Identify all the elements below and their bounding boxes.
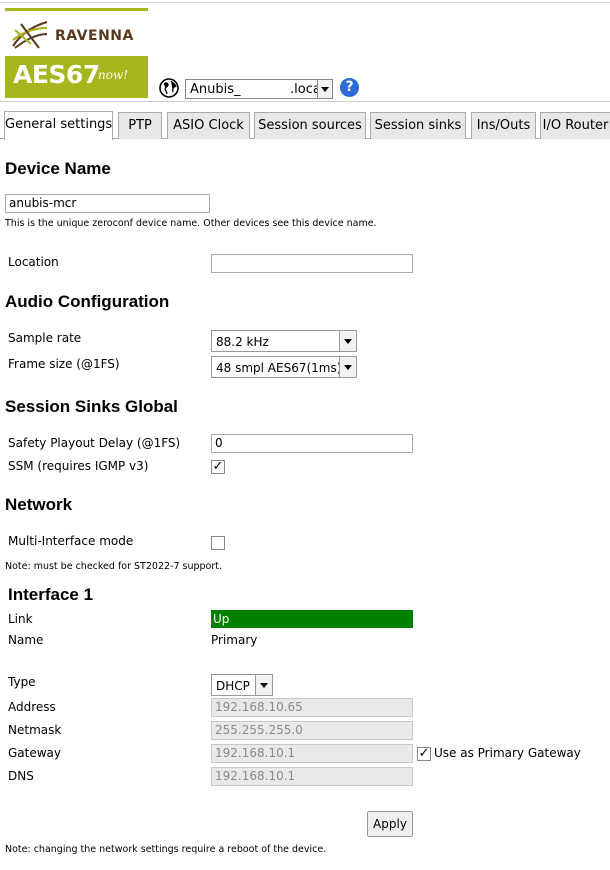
sample-rate-select[interactable]: 88.2 kHz (211, 330, 357, 352)
header-divider (0, 101, 610, 102)
playout-delay-input[interactable]: 0 (211, 434, 413, 453)
chevron-down-icon[interactable] (339, 331, 356, 351)
tab-asio-clock[interactable]: ASIO Clock (167, 112, 250, 139)
sample-rate-value: 88.2 kHz (216, 335, 269, 349)
device-name-input[interactable]: anubis-mcr (5, 194, 210, 213)
device-name-hint: This is the unique zeroconf device name.… (5, 218, 377, 229)
location-label: Location (8, 255, 59, 269)
multi-interface-checkbox[interactable] (211, 536, 225, 550)
tab-general-settings[interactable]: General settings (4, 111, 113, 140)
device-selector-redaction (245, 81, 291, 97)
frame-size-label: Frame size (@1FS) (8, 357, 120, 371)
chevron-down-icon[interactable] (255, 675, 272, 695)
top-divider (0, 2, 610, 3)
gateway-label: Gateway (8, 746, 62, 760)
apply-button[interactable]: Apply (367, 811, 413, 837)
tab-bar: General settings PTP ASIO Clock Session … (0, 110, 610, 140)
network-heading: Network (5, 495, 73, 514)
tab-ptp[interactable]: PTP (118, 112, 162, 139)
ssm-checkbox[interactable]: ✓ (211, 460, 225, 474)
location-input[interactable] (211, 254, 413, 273)
tab-ins-outs[interactable]: Ins/Outs (471, 112, 536, 139)
link-status: Up (211, 610, 413, 628)
dns-label: DNS (8, 769, 34, 783)
brand-name: RAVENNA (55, 28, 134, 44)
primary-gateway-checkbox[interactable]: ✓ (417, 747, 431, 761)
session-sinks-heading: Session Sinks Global (5, 397, 178, 416)
ssm-label: SSM (requires IGMP v3) (8, 459, 149, 473)
address-label: Address (8, 700, 56, 714)
product-name: AES67 (13, 60, 100, 89)
device-name-heading: Device Name (5, 159, 111, 178)
frame-size-select[interactable]: 48 smpl AES67(1ms) (211, 356, 357, 378)
netmask-label: Netmask (8, 723, 62, 737)
name-value: Primary (211, 633, 258, 647)
frame-size-value: 48 smpl AES67(1ms) (216, 361, 342, 375)
chevron-down-icon[interactable] (339, 357, 356, 377)
interface-heading: Interface 1 (8, 585, 94, 604)
playout-delay-label: Safety Playout Delay (@1FS) (8, 436, 181, 450)
device-selector[interactable]: Anubis_ .local. (185, 79, 333, 99)
ravenna-aes67-logo: RAVENNA AES67 now! (5, 8, 148, 98)
primary-gateway-label: Use as Primary Gateway (434, 746, 581, 760)
ravenna-logo-icon (12, 20, 48, 49)
audio-config-heading: Audio Configuration (5, 292, 170, 311)
name-label: Name (8, 633, 44, 647)
tab-session-sinks[interactable]: Session sinks (370, 112, 466, 139)
link-label: Link (8, 612, 33, 626)
gateway-input[interactable]: 192.168.10.1 (211, 744, 413, 763)
tab-session-sources[interactable]: Session sources (254, 112, 366, 139)
netmask-input[interactable]: 255.255.255.0 (211, 721, 413, 740)
type-label: Type (8, 675, 36, 689)
type-value: DHCP (216, 679, 250, 693)
multi-interface-label: Multi-Interface mode (8, 534, 134, 548)
reboot-note: Note: changing the network settings requ… (5, 844, 327, 855)
globe-icon[interactable] (159, 78, 179, 98)
multi-interface-note: Note: must be checked for ST2022-7 suppo… (5, 561, 223, 572)
logo-top-band: RAVENNA (5, 8, 148, 56)
address-input[interactable]: 192.168.10.65 (211, 698, 413, 717)
tab-io-router[interactable]: I/O Router (540, 112, 610, 139)
device-selector-prefix: Anubis_ (190, 82, 241, 97)
product-tagline: now! (98, 68, 129, 82)
chevron-down-icon[interactable] (317, 80, 332, 98)
type-select[interactable]: DHCP (211, 674, 273, 696)
dns-input[interactable]: 192.168.10.1 (211, 767, 413, 786)
help-icon[interactable]: ? (340, 78, 359, 97)
sample-rate-label: Sample rate (8, 331, 82, 345)
